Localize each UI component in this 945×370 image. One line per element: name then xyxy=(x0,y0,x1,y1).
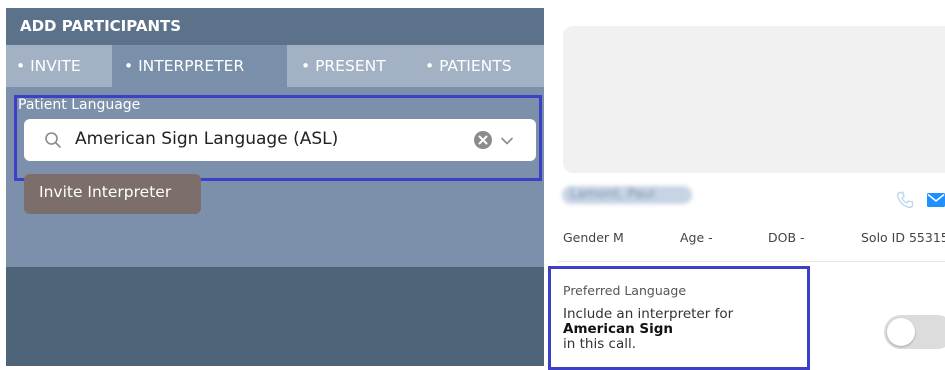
patient-dob: DOB - xyxy=(768,230,805,245)
mail-icon[interactable] xyxy=(927,192,945,207)
tab-present[interactable]: • PRESENT xyxy=(293,45,407,87)
interpreter-form: Patient Language American Sign Language … xyxy=(6,87,544,267)
interpreter-prompt-line1: Include an interpreter for xyxy=(563,306,734,322)
toggle-knob xyxy=(887,318,915,346)
participant-tabs: • INVITE • INTERPRETER • PRESENT • PATIE… xyxy=(6,45,544,87)
patient-name: Lamont, Paul xyxy=(562,186,692,204)
panel-title: ADD PARTICIPANTS xyxy=(6,8,544,45)
tab-invite[interactable]: • INVITE xyxy=(6,45,106,87)
patient-solo-id: Solo ID 55315 xyxy=(861,230,945,245)
patient-gender: Gender M xyxy=(563,230,624,245)
phone-icon[interactable] xyxy=(896,191,914,209)
video-preview xyxy=(563,26,945,173)
patient-age: Age - xyxy=(680,230,713,245)
divider xyxy=(557,261,945,262)
interpreter-prompt-language: American Sign xyxy=(563,321,674,337)
preferred-language-label: Preferred Language xyxy=(563,283,687,298)
patient-language-value: American Sign Language (ASL) xyxy=(75,129,339,149)
chevron-down-icon[interactable] xyxy=(500,133,514,147)
patient-language-label: Patient Language xyxy=(18,97,141,113)
include-interpreter-toggle[interactable] xyxy=(884,315,945,349)
tab-patients[interactable]: • PATIENTS xyxy=(413,45,544,87)
invite-interpreter-button[interactable]: Invite Interpreter xyxy=(24,174,201,214)
clear-icon[interactable] xyxy=(473,130,493,150)
interpreter-prompt: Include an interpreter for American Sign… xyxy=(563,307,733,352)
panel-footer-area xyxy=(6,267,544,366)
add-participants-panel: ADD PARTICIPANTS • INVITE • INTERPRETER … xyxy=(6,0,544,366)
search-icon xyxy=(44,131,62,149)
interpreter-prompt-line3: in this call. xyxy=(563,336,637,352)
patient-language-select[interactable]: American Sign Language (ASL) xyxy=(24,119,536,161)
tab-interpreter[interactable]: • INTERPRETER xyxy=(112,45,287,87)
